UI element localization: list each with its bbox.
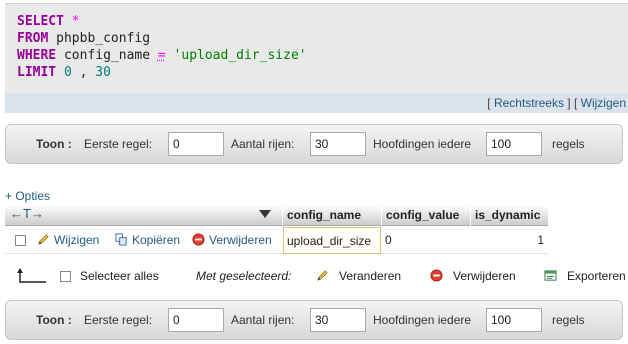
- delete-icon: [192, 233, 205, 246]
- sql-operator: =: [157, 48, 166, 63]
- delete-icon: [430, 269, 443, 282]
- delete-row-button[interactable]: Verwijderen: [192, 233, 272, 247]
- column-header-config-name[interactable]: config_name: [283, 205, 381, 226]
- toon-label-bottom: Toon :: [36, 313, 72, 327]
- select-all-label[interactable]: Selecteer alles: [80, 269, 159, 283]
- edit-row-button[interactable]: Wijzigen: [37, 233, 99, 247]
- sql-line-1: SELECT *: [17, 13, 307, 30]
- delete-row-label: Verwijderen: [209, 233, 272, 247]
- sql-string-value: 'upload_dir_size': [165, 48, 307, 63]
- bulk-export-label: Exporteren: [567, 269, 626, 283]
- sort-dropdown-icon[interactable]: [259, 210, 271, 218]
- sql-line-4: LIMIT 0 , 30: [17, 64, 307, 81]
- eerste-regel-label: Eerste regel:: [84, 137, 153, 151]
- hoofdingen-iedere-label: Hoofdingen iedere: [373, 137, 472, 151]
- eerste-regel-label-bottom: Eerste regel:: [84, 313, 153, 327]
- sql-code: SELECT * FROM phpbb_config WHERE config_…: [17, 13, 307, 81]
- sql-table-name: phpbb_config: [48, 31, 151, 46]
- select-all-checkbox[interactable]: [60, 271, 71, 282]
- table-row: Wijzigen Kopiëren Verwijderen upload_dir…: [5, 227, 548, 254]
- copy-icon: [115, 233, 127, 246]
- eerste-regel-input[interactable]: 0: [168, 132, 224, 156]
- row-checkbox[interactable]: [15, 235, 26, 246]
- navigation-bar-top: Toon : Eerste regel: 0 Aantal rijen: 30 …: [5, 124, 623, 164]
- bracket-mid: ] [: [563, 96, 581, 110]
- export-icon: [544, 270, 557, 281]
- bulk-delete-button[interactable]: Verwijderen: [430, 269, 516, 283]
- table-header-actions: ←T→: [5, 205, 282, 226]
- cell-config-value[interactable]: 0: [382, 227, 470, 254]
- bulk-delete-label: Verwijderen: [453, 269, 516, 283]
- aantal-rijen-label: Aantal rijen:: [231, 137, 295, 151]
- hoofdingen-input-bottom[interactable]: 100: [486, 308, 542, 332]
- column-header-is-dynamic[interactable]: is_dynamic: [471, 205, 548, 226]
- eerste-regel-input-bottom[interactable]: 0: [168, 308, 224, 332]
- bulk-export-button[interactable]: Exporteren: [544, 269, 626, 283]
- sql-limit-sep: ,: [71, 65, 96, 80]
- sql-links-bar: [ Rechtstreeks ] [ Wijzigen: [5, 93, 628, 113]
- cell-config-name[interactable]: upload_dir_size: [283, 227, 381, 254]
- hoofdingen-input[interactable]: 100: [486, 132, 542, 156]
- sql-line-3: WHERE config_name = 'upload_dir_size': [17, 47, 307, 64]
- navigation-bar-bottom: Toon : Eerste regel: 0 Aantal rijen: 30 …: [5, 300, 623, 340]
- bulk-change-button[interactable]: Veranderen: [316, 269, 401, 283]
- hoofdingen-iedere-label-bottom: Hoofdingen iedere: [373, 313, 472, 327]
- toon-label: Toon :: [36, 137, 72, 151]
- sql-star: *: [63, 14, 80, 29]
- sql-keyword-where: WHERE: [17, 48, 57, 63]
- wijzigen-sql-link[interactable]: Wijzigen: [581, 96, 626, 110]
- sql-keyword-select: SELECT: [17, 14, 64, 29]
- arrow-up-left-icon: [17, 268, 46, 283]
- regels-label-bottom: regels: [552, 313, 585, 327]
- sql-column-name: config_name: [56, 48, 158, 63]
- aantal-rijen-input[interactable]: 30: [310, 132, 366, 156]
- bulk-change-label: Veranderen: [339, 269, 402, 283]
- edit-row-label: Wijzigen: [54, 233, 100, 247]
- sql-line-2: FROM phpbb_config: [17, 30, 307, 47]
- aantal-rijen-input-bottom[interactable]: 30: [310, 308, 366, 332]
- cell-is-dynamic[interactable]: 1: [471, 227, 548, 254]
- bracket-open: [: [487, 96, 494, 110]
- sql-limit-offset: 0: [56, 65, 72, 80]
- sql-keyword-from: FROM: [17, 31, 49, 46]
- with-selected-label: Met geselecteerd:: [196, 269, 292, 283]
- pencil-icon: [317, 270, 328, 281]
- copy-row-label: Kopiëren: [132, 233, 181, 247]
- sql-keyword-limit: LIMIT: [17, 65, 57, 80]
- sql-limit-count: 30: [95, 65, 111, 80]
- copy-row-button[interactable]: Kopiëren: [115, 233, 180, 247]
- column-header-config-value[interactable]: config_value: [382, 205, 470, 226]
- opties-toggle[interactable]: + Opties: [5, 189, 50, 203]
- pencil-icon: [38, 234, 49, 245]
- column-resize-arrows-icon[interactable]: ←T→: [10, 206, 44, 221]
- regels-label: regels: [552, 137, 585, 151]
- rechtstreeks-link[interactable]: Rechtstreeks: [494, 96, 564, 110]
- aantal-rijen-label-bottom: Aantal rijen:: [231, 313, 295, 327]
